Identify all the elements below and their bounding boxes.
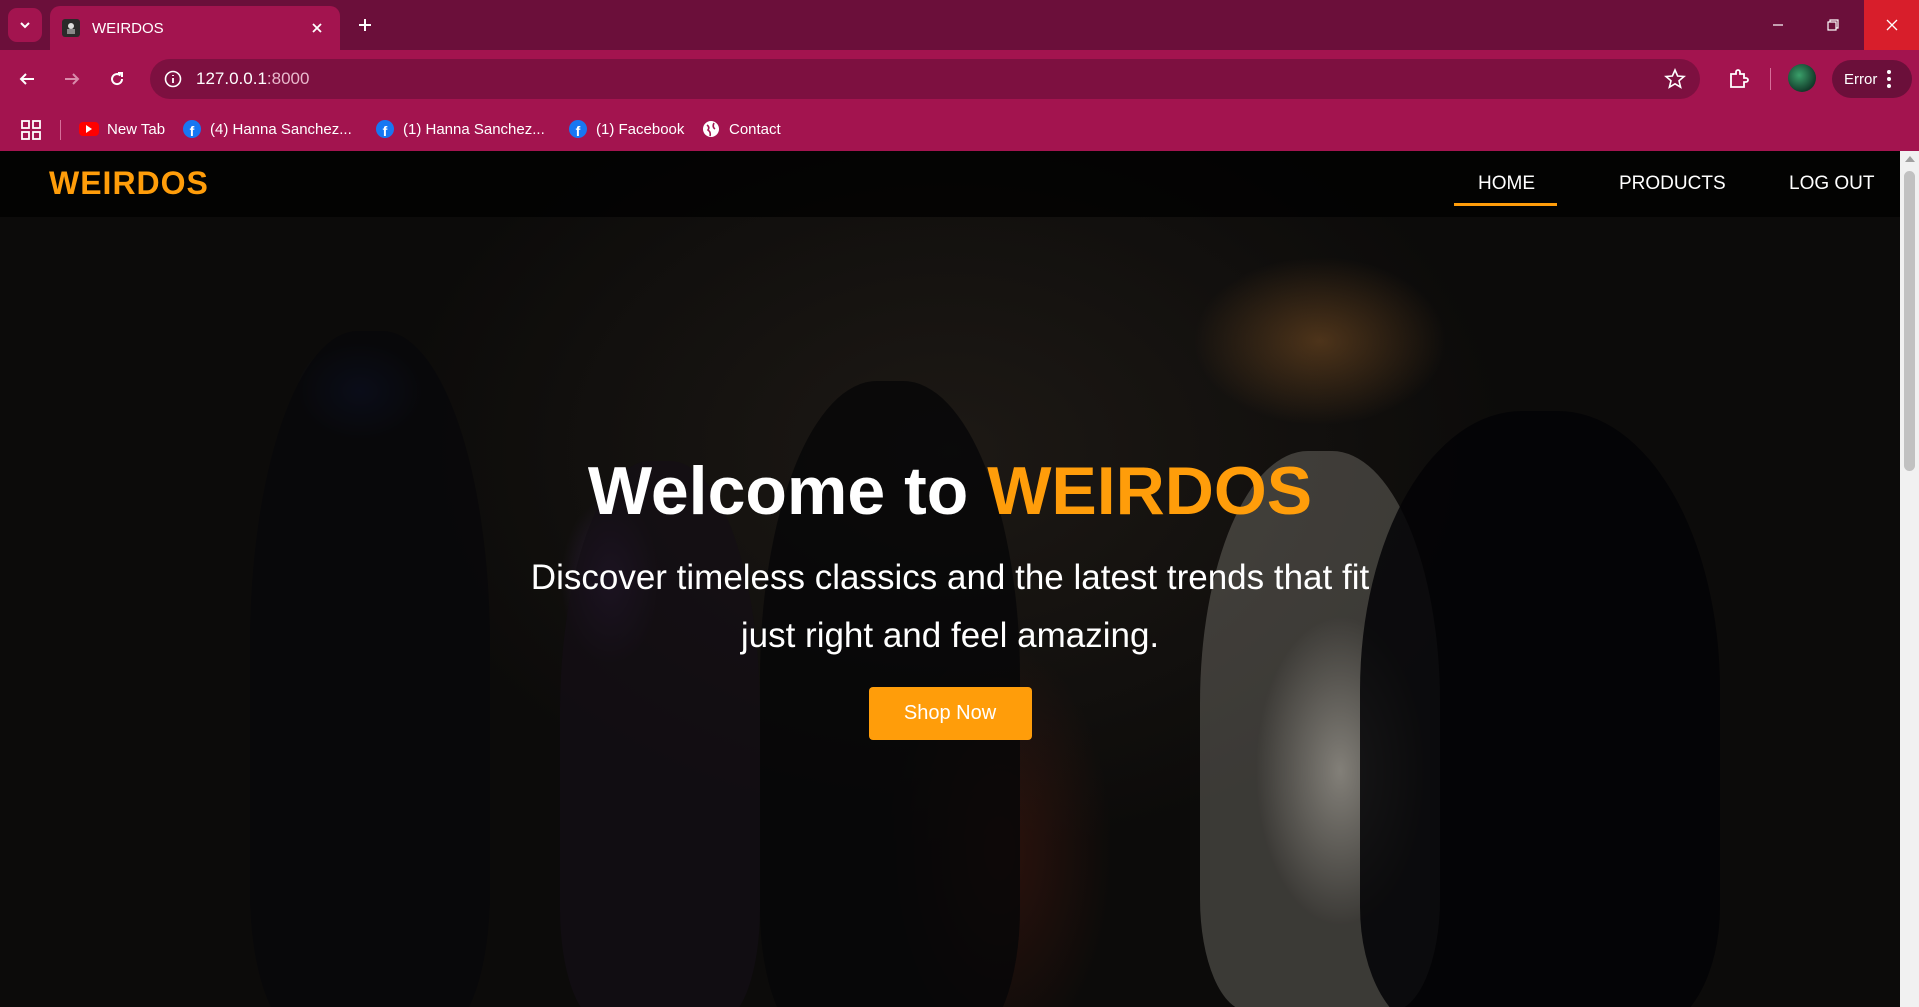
site-logo[interactable]: WEIRDOS xyxy=(49,165,209,202)
hero-heading-brand: WEIRDOS xyxy=(987,453,1313,529)
url-text: 127.0.0.1:8000 xyxy=(196,69,309,89)
forward-button[interactable] xyxy=(55,62,89,96)
address-bar[interactable]: 127.0.0.1:8000 xyxy=(150,59,1700,99)
minimize-button[interactable] xyxy=(1751,0,1805,50)
bookmark-new-tab[interactable]: New Tab xyxy=(79,116,165,142)
hero-subtitle: Discover timeless classics and the lates… xyxy=(530,557,1370,655)
browser-toolbar: 127.0.0.1:8000 Error xyxy=(0,50,1919,108)
minimize-icon xyxy=(1773,24,1783,26)
nav-home[interactable]: HOME xyxy=(1454,173,1557,206)
bookmark-label: (1) Facebook xyxy=(596,120,685,138)
profile-avatar[interactable] xyxy=(1788,64,1816,92)
youtube-icon xyxy=(79,119,99,139)
page-viewport: WEIRDOS HOME PRODUCTS LOG OUT Welcome to… xyxy=(0,151,1900,1007)
bookmark-contact[interactable]: Contact xyxy=(701,116,781,142)
bookmark-label: Contact xyxy=(729,120,781,138)
restore-icon xyxy=(1827,19,1839,31)
hero-section: Welcome to WEIRDOS Discover timeless cla… xyxy=(0,451,1900,740)
bookmarks-divider xyxy=(60,120,61,140)
bookmark-label: (1) Hanna Sanchez... xyxy=(403,120,545,138)
close-tab-icon[interactable] xyxy=(306,17,328,39)
profile-error-chip[interactable]: Error xyxy=(1832,60,1912,98)
more-menu-icon[interactable] xyxy=(1887,70,1892,88)
apps-grid-icon[interactable] xyxy=(20,119,42,141)
site-favicon-icon xyxy=(62,19,80,37)
reload-icon xyxy=(111,72,124,86)
globe-icon xyxy=(701,119,721,139)
toolbar-divider xyxy=(1770,68,1771,90)
nav-logout[interactable]: LOG OUT xyxy=(1789,173,1875,195)
active-nav-indicator xyxy=(1454,203,1557,206)
tab-title: WEIRDOS xyxy=(92,19,164,37)
page-scrollbar[interactable] xyxy=(1900,151,1919,1007)
hero-heading: Welcome to WEIRDOS xyxy=(0,451,1900,533)
bookmark-hanna-sanchez-1[interactable]: f (1) Hanna Sanchez... xyxy=(375,116,545,142)
new-tab-button[interactable] xyxy=(350,10,380,40)
close-window-button[interactable] xyxy=(1864,0,1919,50)
nav-home-label: HOME xyxy=(1478,173,1535,194)
site-navbar: WEIRDOS HOME PRODUCTS LOG OUT xyxy=(0,151,1900,217)
reload-button[interactable] xyxy=(100,62,134,96)
facebook-icon: f xyxy=(375,119,395,139)
bookmarks-bar: New Tab f (4) Hanna Sanchez... f (1) Han… xyxy=(0,108,1919,151)
close-icon xyxy=(1886,19,1897,31)
restore-button[interactable] xyxy=(1806,0,1860,50)
nav-products[interactable]: PRODUCTS xyxy=(1619,173,1726,195)
back-button[interactable] xyxy=(10,62,44,96)
url-port: :8000 xyxy=(266,69,310,88)
bookmark-label: New Tab xyxy=(107,120,166,138)
facebook-icon: f xyxy=(568,119,588,139)
scroll-up-icon[interactable] xyxy=(1905,156,1915,162)
plus-icon xyxy=(359,19,371,31)
tab-search-button[interactable] xyxy=(8,8,42,42)
scrollbar-thumb[interactable] xyxy=(1904,171,1915,471)
puzzle-icon xyxy=(1730,69,1749,88)
bookmark-star-icon[interactable] xyxy=(1664,68,1686,90)
bookmark-hanna-sanchez-4[interactable]: f (4) Hanna Sanchez... xyxy=(182,116,352,142)
facebook-icon: f xyxy=(182,119,202,139)
arrow-right-icon xyxy=(65,73,80,85)
hero-heading-prefix: Welcome to xyxy=(587,453,988,529)
bookmark-facebook[interactable]: f (1) Facebook xyxy=(568,116,684,142)
url-host: 127.0.0.1 xyxy=(196,69,267,88)
extensions-button[interactable] xyxy=(1722,63,1754,95)
shop-now-button[interactable]: Shop Now xyxy=(868,686,1032,740)
profile-status-label: Error xyxy=(1844,70,1878,88)
arrow-left-icon xyxy=(19,73,34,85)
browser-tab[interactable]: WEIRDOS xyxy=(50,6,340,50)
chevron-down-icon xyxy=(20,22,30,29)
browser-tab-strip: WEIRDOS xyxy=(0,0,1919,50)
bookmark-label: (4) Hanna Sanchez... xyxy=(210,120,352,138)
site-info-icon[interactable] xyxy=(162,68,184,90)
